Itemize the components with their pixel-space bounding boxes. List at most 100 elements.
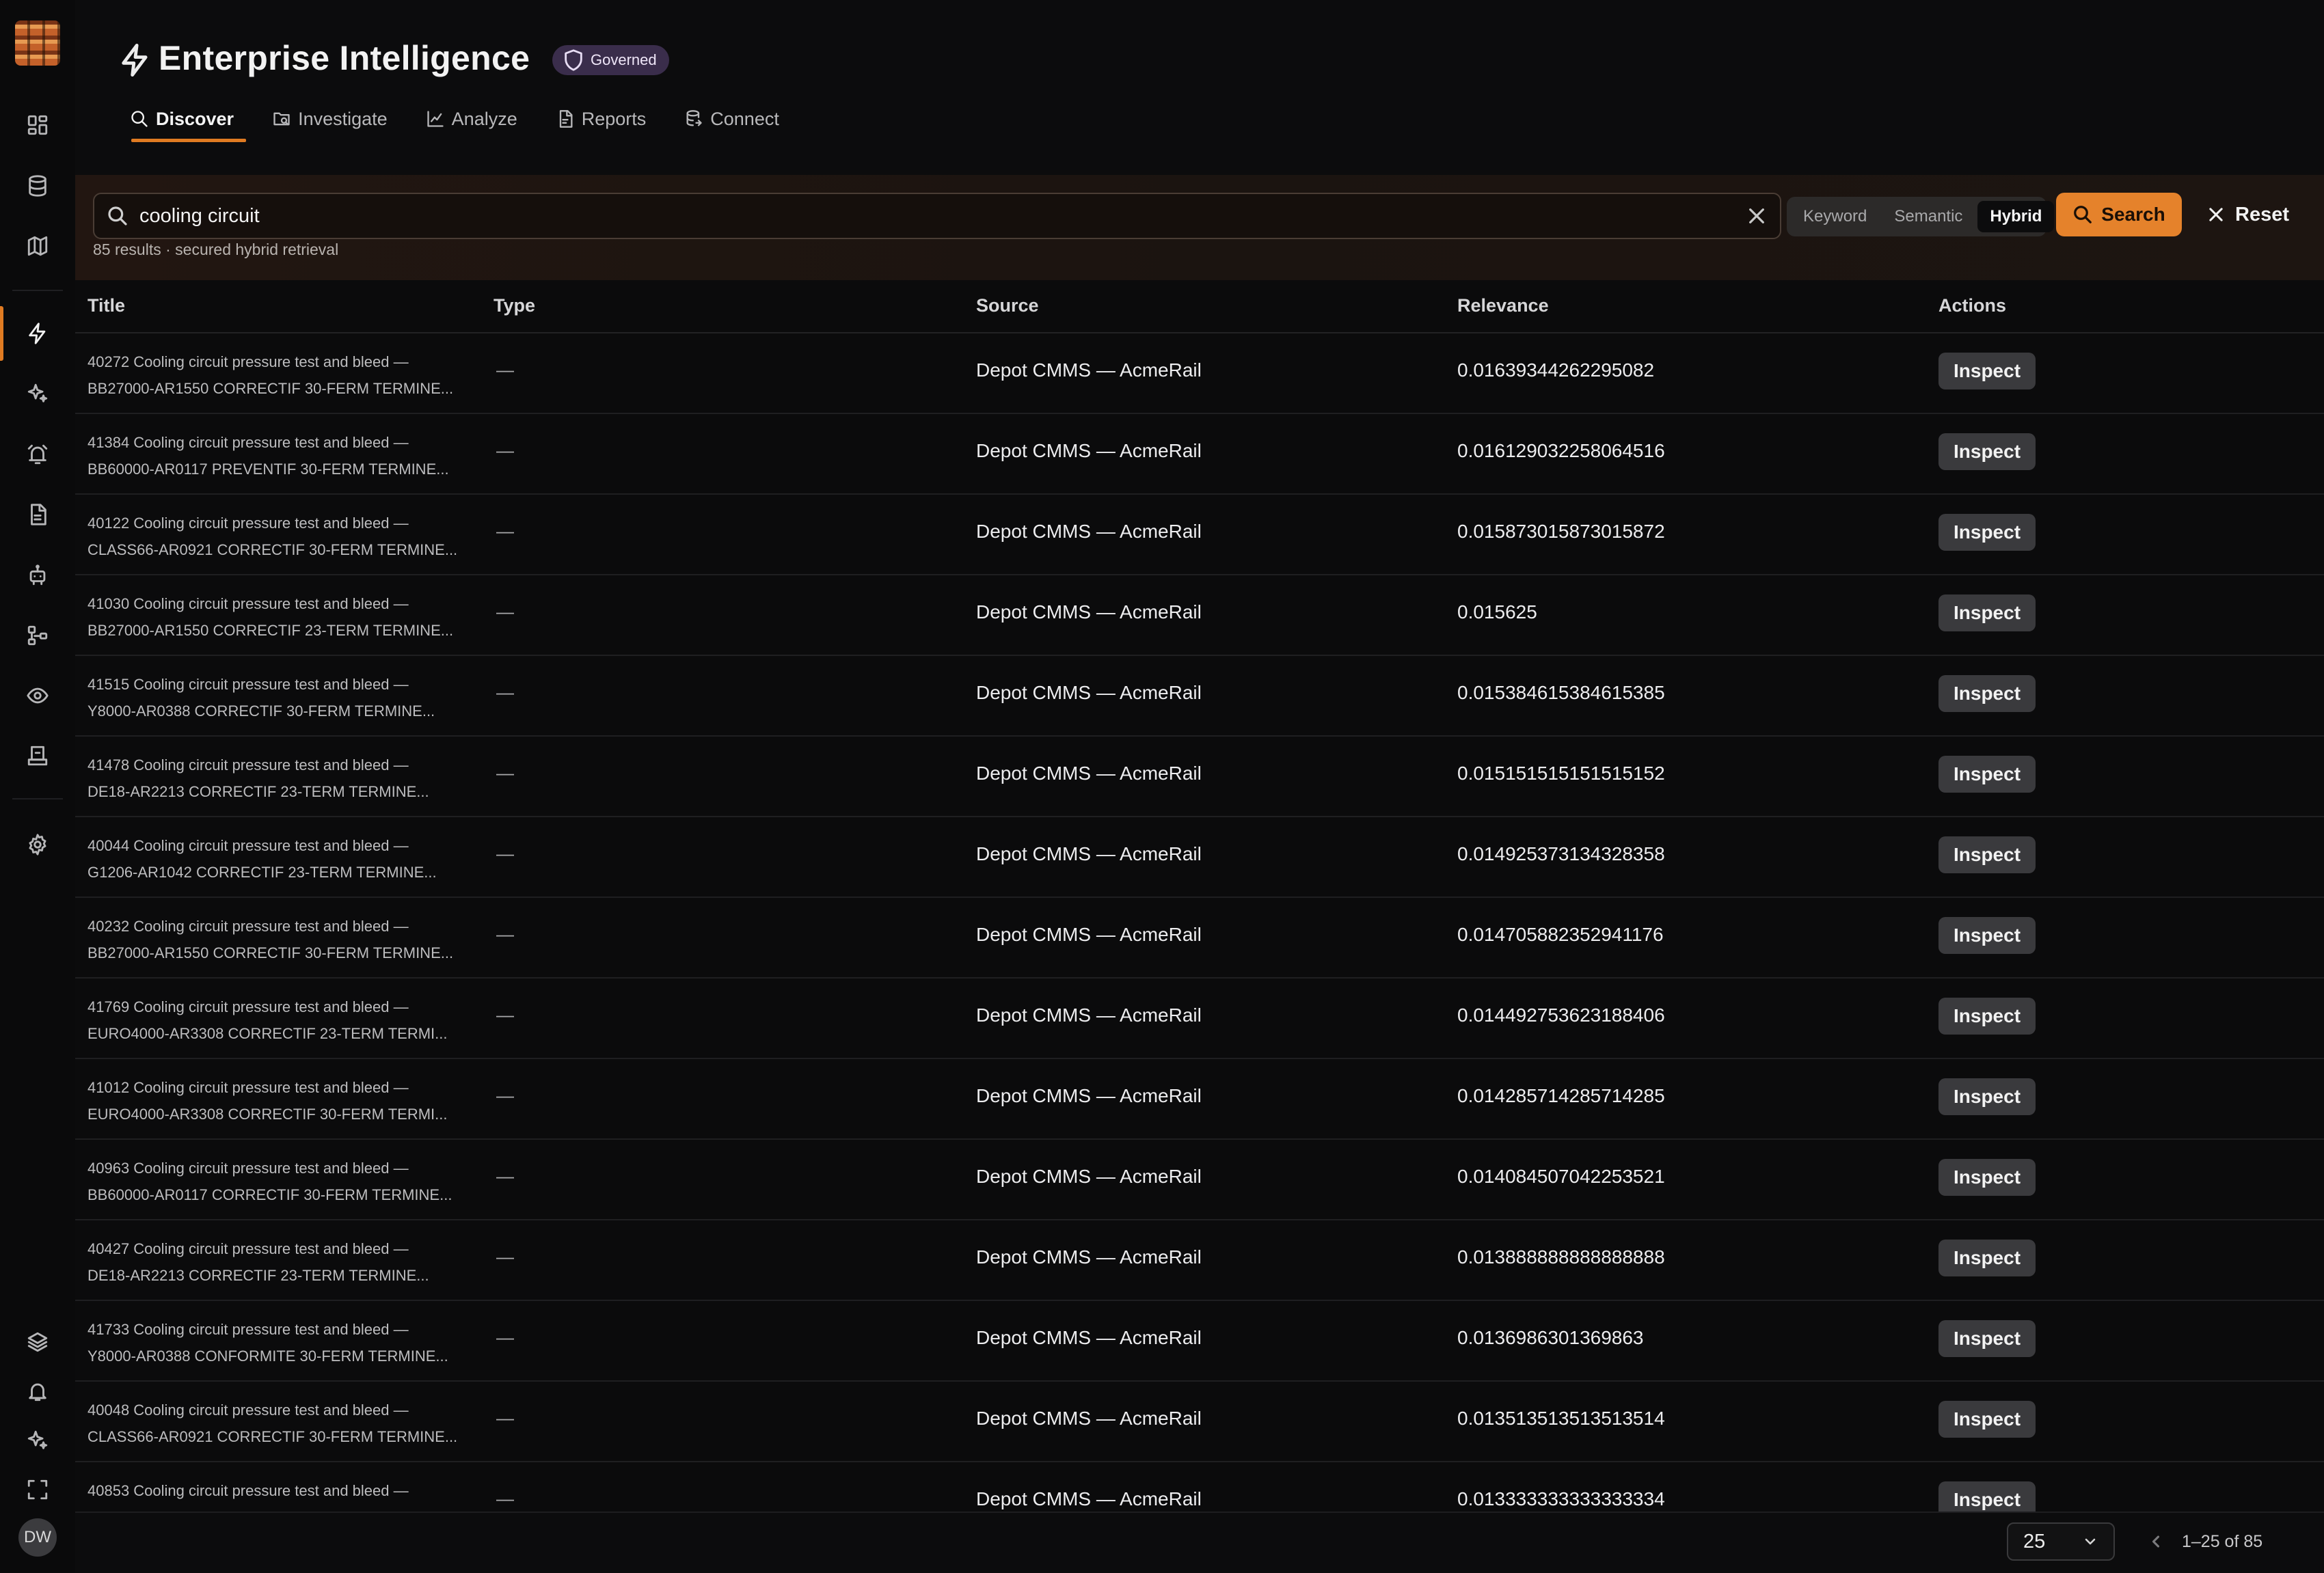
gear-icon[interactable] [21, 828, 54, 861]
tab-analyze[interactable]: Analyze [426, 100, 530, 138]
row-title-line-2: Y8000-AR0388 CORRECTIF 30-FERM TERMINE..… [87, 702, 435, 720]
row-title-line-2: EURO4000-AR3308 CORRECTIF 23-TERM TERMI.… [87, 1025, 448, 1042]
tab-label: Investigate [298, 108, 388, 129]
inspect-button[interactable]: Inspect [1938, 433, 2036, 470]
row-relevance: 0.01639344262295082 [1457, 359, 1655, 381]
inspect-button[interactable]: Inspect [1938, 836, 2036, 873]
row-title[interactable]: 40427 Cooling circuit pressure test and … [87, 1235, 477, 1289]
row-source: Depot CMMS — AcmeRail [976, 1408, 1202, 1429]
row-relevance: 0.014285714285714285 [1457, 1085, 1665, 1106]
row-source: Depot CMMS — AcmeRail [976, 440, 1202, 461]
mode-semantic[interactable]: Semantic [1882, 201, 1975, 232]
row-relevance: 0.016129032258064516 [1457, 440, 1665, 461]
column-header-source[interactable]: Source [976, 295, 1039, 316]
document-icon[interactable] [21, 498, 54, 531]
table-row[interactable]: 41478 Cooling circuit pressure test and … [75, 735, 2324, 817]
column-header-title[interactable]: Title [87, 295, 125, 316]
row-title[interactable]: 41012 Cooling circuit pressure test and … [87, 1074, 477, 1127]
reset-button[interactable]: Reset [2206, 193, 2289, 236]
row-relevance: 0.014705882352941176 [1457, 924, 1664, 945]
tab-connect[interactable]: Connect [684, 100, 792, 138]
clear-icon[interactable] [1746, 205, 1768, 227]
mode-keyword[interactable]: Keyword [1791, 201, 1879, 232]
user-avatar[interactable]: DW [18, 1518, 57, 1557]
layers-icon[interactable] [21, 1326, 54, 1358]
table-row[interactable]: 41012 Cooling circuit pressure test and … [75, 1058, 2324, 1140]
row-title[interactable]: 41478 Cooling circuit pressure test and … [87, 752, 477, 805]
sparkles-icon[interactable] [21, 377, 54, 410]
inspect-button[interactable]: Inspect [1938, 1240, 2036, 1276]
table-row[interactable]: 40122 Cooling circuit pressure test and … [75, 493, 2324, 575]
row-title[interactable]: 40232 Cooling circuit pressure test and … [87, 913, 477, 966]
table-row[interactable]: 41030 Cooling circuit pressure test and … [75, 574, 2324, 656]
inspect-button[interactable]: Inspect [1938, 998, 2036, 1035]
row-title[interactable]: 40853 Cooling circuit pressure test and … [87, 1477, 477, 1504]
search-field[interactable] [93, 193, 1781, 239]
tab-discover[interactable]: Discover [130, 100, 247, 142]
tab-investigate[interactable]: Investigate [272, 100, 400, 138]
alarm-icon[interactable] [21, 438, 54, 471]
header: Enterprise Intelligence Governed Discove… [75, 0, 2324, 175]
row-title-line-2: BB60000-AR0117 CORRECTIF 30-FERM TERMINE… [87, 1186, 452, 1203]
inspect-button[interactable]: Inspect [1938, 514, 2036, 551]
table-row[interactable]: 40048 Cooling circuit pressure test and … [75, 1380, 2324, 1462]
inspect-button[interactable]: Inspect [1938, 1481, 2036, 1512]
page-size-select[interactable]: 25 [2007, 1522, 2115, 1561]
bolt-icon[interactable] [21, 317, 54, 350]
table-row[interactable]: 41733 Cooling circuit pressure test and … [75, 1300, 2324, 1382]
table-row[interactable]: 41384 Cooling circuit pressure test and … [75, 413, 2324, 495]
eye-icon[interactable] [21, 679, 54, 712]
table-row[interactable]: 40853 Cooling circuit pressure test and … [75, 1461, 2324, 1512]
table-row[interactable]: 40272 Cooling circuit pressure test and … [75, 332, 2324, 414]
bell-icon[interactable] [21, 1375, 54, 1408]
prev-page-button[interactable] [2146, 1532, 2165, 1551]
row-title[interactable]: 41030 Cooling circuit pressure test and … [87, 590, 477, 644]
row-relevance: 0.014925373134328358 [1457, 843, 1665, 864]
table-row[interactable]: 41515 Cooling circuit pressure test and … [75, 655, 2324, 737]
search-button[interactable]: Search [2056, 193, 2182, 236]
row-title[interactable]: 41515 Cooling circuit pressure test and … [87, 671, 477, 724]
column-header-relevance[interactable]: Relevance [1457, 295, 1549, 316]
map-icon[interactable] [21, 230, 54, 262]
sparkles-icon[interactable] [21, 1424, 54, 1457]
inspect-button[interactable]: Inspect [1938, 917, 2036, 954]
row-title[interactable]: 41769 Cooling circuit pressure test and … [87, 994, 477, 1047]
row-type: — [496, 601, 514, 622]
inspect-button[interactable]: Inspect [1938, 1159, 2036, 1196]
inspect-button[interactable]: Inspect [1938, 1078, 2036, 1115]
workflow-icon[interactable] [21, 619, 54, 652]
inspect-button[interactable]: Inspect [1938, 756, 2036, 793]
row-title-line-1: 40272 Cooling circuit pressure test and … [87, 353, 409, 370]
row-title[interactable]: 41384 Cooling circuit pressure test and … [87, 429, 477, 482]
governed-badge: Governed [552, 45, 669, 75]
row-title[interactable]: 41733 Cooling circuit pressure test and … [87, 1316, 477, 1369]
app-logo[interactable] [15, 20, 60, 66]
table-row[interactable]: 40044 Cooling circuit pressure test and … [75, 816, 2324, 898]
table-row[interactable]: 40232 Cooling circuit pressure test and … [75, 897, 2324, 979]
inspect-button[interactable]: Inspect [1938, 353, 2036, 389]
inspect-button[interactable]: Inspect [1938, 675, 2036, 712]
inspect-button[interactable]: Inspect [1938, 594, 2036, 631]
search-input[interactable] [138, 200, 1713, 232]
mode-hybrid[interactable]: Hybrid [1977, 201, 2055, 232]
column-header-type[interactable]: Type [494, 295, 535, 316]
row-title[interactable]: 40963 Cooling circuit pressure test and … [87, 1155, 477, 1208]
database-icon[interactable] [21, 169, 54, 202]
fullscreen-icon[interactable] [21, 1473, 54, 1506]
table-row[interactable]: 41769 Cooling circuit pressure test and … [75, 977, 2324, 1059]
table-row[interactable]: 40427 Cooling circuit pressure test and … [75, 1219, 2324, 1301]
row-title[interactable]: 40272 Cooling circuit pressure test and … [87, 348, 477, 402]
inbox-icon[interactable] [21, 739, 54, 772]
table-row[interactable]: 40963 Cooling circuit pressure test and … [75, 1138, 2324, 1220]
row-title[interactable]: 40122 Cooling circuit pressure test and … [87, 510, 477, 563]
search-icon [2074, 206, 2092, 223]
dashboard-icon[interactable] [21, 109, 54, 141]
active-indicator [0, 306, 3, 361]
robot-icon[interactable] [21, 559, 54, 592]
inspect-button[interactable]: Inspect [1938, 1320, 2036, 1357]
tab-reports[interactable]: Reports [556, 100, 659, 138]
row-title[interactable]: 40048 Cooling circuit pressure test and … [87, 1397, 477, 1450]
row-title-line-2: EURO4000-AR3308 CORRECTIF 30-FERM TERMI.… [87, 1106, 448, 1123]
row-title[interactable]: 40044 Cooling circuit pressure test and … [87, 832, 477, 886]
inspect-button[interactable]: Inspect [1938, 1401, 2036, 1438]
